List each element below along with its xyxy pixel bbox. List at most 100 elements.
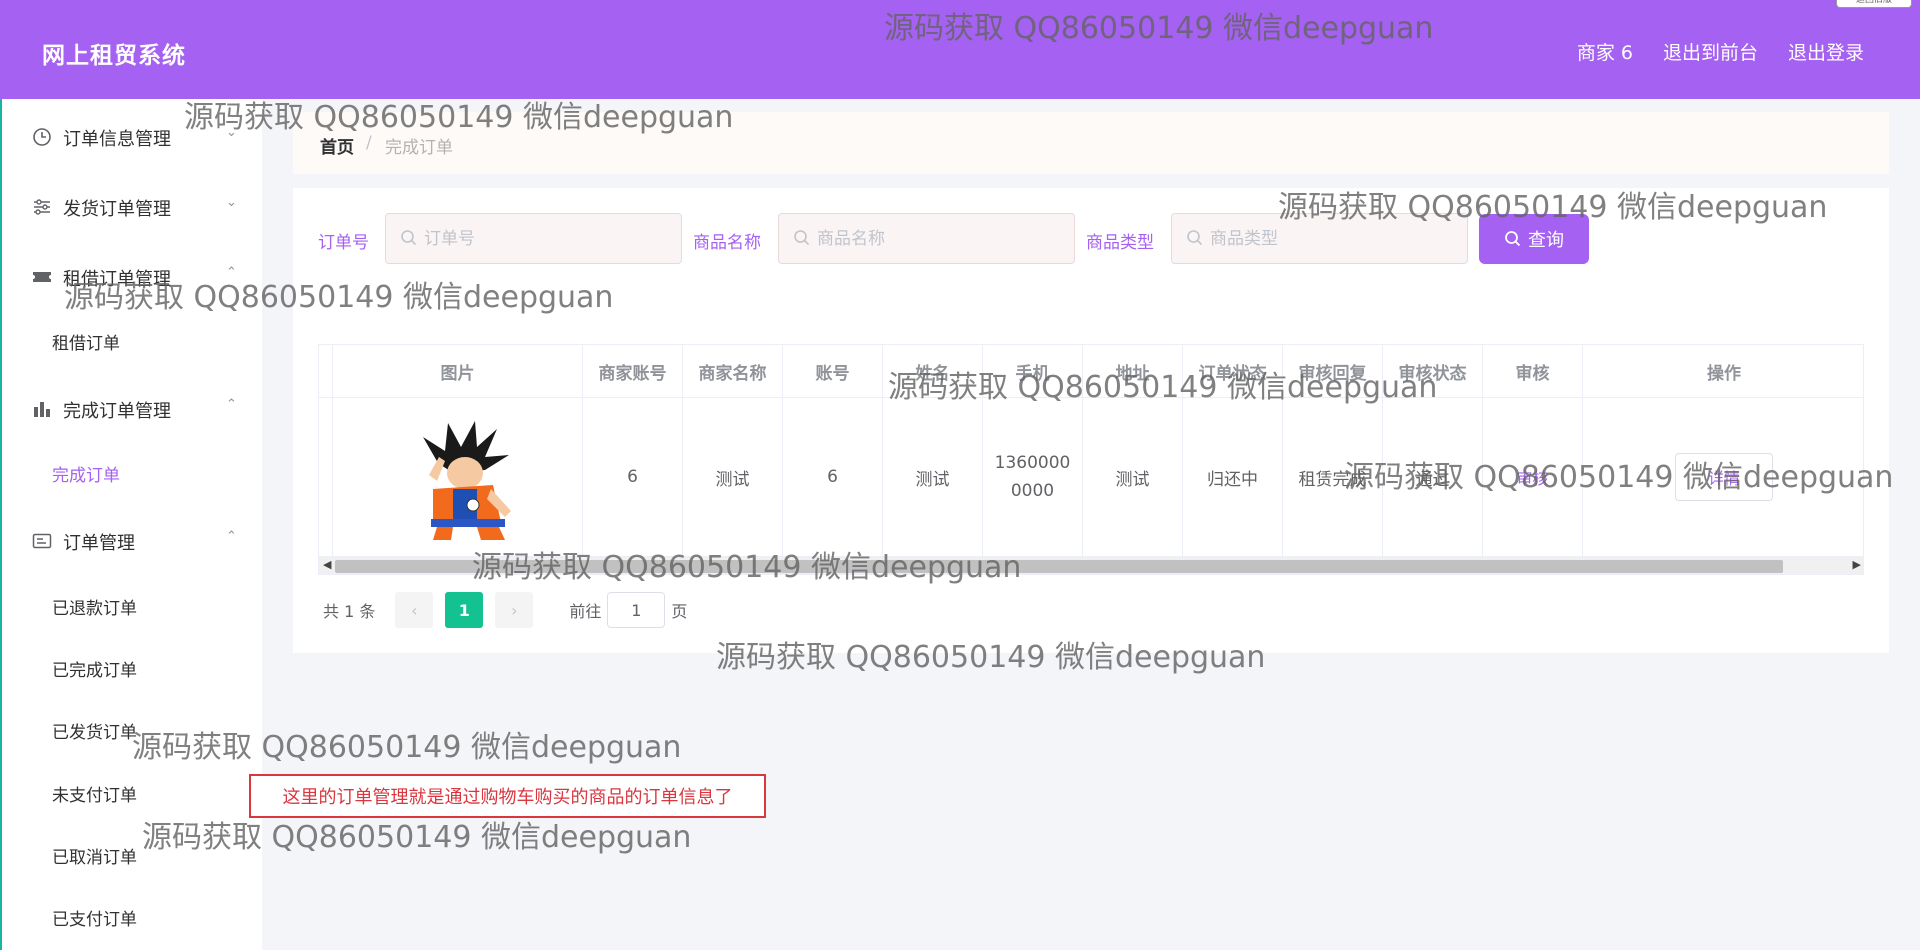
chevron-up-icon: ⌃ [226,397,237,412]
app-title: 网上租贸系统 [42,43,186,69]
sidebar-group-shipping[interactable]: 发货订单管理 ⌄ [2,183,264,227]
bar-chart-icon [34,402,50,417]
horizontal-scrollbar[interactable]: ◀ ▶ [319,556,1863,574]
sidebar-item-cancelled[interactable]: 已取消订单 [52,843,137,868]
pagination: 共 1 条 ‹ 1 › 前往 页 [323,592,687,628]
product-image-cell [333,398,583,556]
column-header: 操作 [1707,363,1741,384]
sidebar-item-shipped[interactable]: 已发货订单 [52,718,137,743]
table-header: 图片 商家账号 商家名称 账号 姓名 手机 地址 订单状态 审核回复 审核状态 … [319,345,1863,398]
search-icon [794,230,810,246]
audit-cell: 审核 [1483,398,1583,556]
column-header: 订单状态 [1183,345,1283,397]
top-header: 网上租贸系统 商家 6 退出到前台 退出登录 返回旧版 [0,0,1920,99]
row-spacer [319,398,333,556]
top-nav: 商家 6 退出到前台 退出登录 [1577,38,1864,65]
table-row: 6 测试 6 测试 1360000 0000 测试 归还中 租赁完成 通过 审核… [319,398,1863,556]
orders-table: 图片 商家账号 商家名称 账号 姓名 手机 地址 订单状态 审核回复 审核状态 … [318,344,1864,575]
account-cell: 6 [783,398,883,556]
sidebar-group-label: 订单信息管理 [63,129,171,150]
query-button-label: 查询 [1528,230,1564,251]
column-header: 商家账号 [583,345,683,397]
address-cell: 测试 [1083,398,1183,556]
product-name-label: 商品名称 [693,233,761,253]
product-type-input[interactable] [1210,227,1450,251]
logout-link[interactable]: 退出登录 [1788,38,1864,65]
column-header: 审核 [1483,345,1583,397]
order-no-field[interactable] [385,213,682,264]
sidebar-group-label: 完成订单管理 [63,401,171,422]
sidebar-group-label: 订单管理 [63,533,135,554]
sidebar-item-finished[interactable]: 已完成订单 [52,656,137,681]
chevron-up-icon: ⌃ [226,529,237,544]
sidebar-group-orders[interactable]: 订单管理 ⌃ [2,517,264,561]
total-count: 共 1 条 [323,602,376,621]
order-no-input[interactable] [424,227,664,251]
sidebar-item-refunded[interactable]: 已退款订单 [52,594,137,619]
sidebar-item-completed-orders[interactable]: 完成订单 [52,461,120,486]
order-no-label: 订单号 [318,233,369,253]
search-icon [1505,231,1521,247]
product-type-label: 商品类型 [1086,233,1154,253]
ticket-icon [33,272,51,282]
scroll-right-icon[interactable]: ▶ [1853,558,1861,571]
breadcrumb: 首页 / 完成订单 [293,112,1889,174]
sidebar-group-label: 租借订单管理 [63,269,171,290]
sidebar-group-order-info[interactable]: 订单信息管理 ⌄ [2,113,264,157]
clock-icon [33,128,51,146]
annotation-note: 这里的订单管理就是通过购物车购买的商品的订单信息了 [249,774,766,818]
chevron-down-icon: ⌄ [226,195,237,210]
column-header: 审核状态 [1383,345,1483,397]
order-status-cell: 归还中 [1183,398,1283,556]
sidebar: 订单信息管理 ⌄ 发货订单管理 ⌄ 租借订单管理 ⌃ 租借订单 完成订单管理 ⌃… [0,99,262,950]
corner-button[interactable]: 返回旧版 [1836,0,1912,8]
column-header: 地址 [1083,345,1183,397]
goto-page-input[interactable] [607,592,666,628]
search-icon [1187,230,1203,246]
search-icon [401,230,417,246]
phone-cell: 1360000 0000 [983,398,1083,556]
chevron-down-icon: ⌄ [226,125,237,140]
sliders-icon [34,199,50,215]
merchant-account-cell: 6 [583,398,683,556]
merchant-account-link[interactable]: 商家 6 [1577,38,1633,65]
breadcrumb-current: 完成订单 [385,138,453,158]
page-suffix: 页 [671,602,688,621]
column-header: 姓名 [883,345,983,397]
product-name-field[interactable] [778,213,1075,264]
sidebar-group-label: 发货订单管理 [63,199,171,220]
column-header: 手机 [983,345,1083,397]
audit-reply-cell: 租赁完成 [1283,398,1383,556]
goku-image [422,420,511,540]
page-button[interactable]: 1 [445,592,484,628]
column-header: 图片 [333,345,583,397]
prev-page-button[interactable]: ‹ [395,592,434,628]
audit-link[interactable]: 审核 [1516,465,1548,489]
query-button[interactable]: 查询 [1479,214,1589,264]
header-spacer [319,345,333,397]
detail-button[interactable]: 详情 [1675,453,1773,501]
product-name-input[interactable] [817,227,1057,251]
back-to-frontend-link[interactable]: 退出到前台 [1663,38,1758,65]
name-cell: 测试 [883,398,983,556]
merchant-name-cell: 测试 [683,398,783,556]
audit-status-cell: 通过 [1383,398,1483,556]
goto-label: 前往 [569,602,602,621]
scroll-left-icon[interactable]: ◀ [323,558,331,571]
sidebar-item-paid[interactable]: 已支付订单 [52,905,137,930]
id-card-icon [32,533,52,549]
main-panel: 订单号 商品名称 商品类型 查询 图片 商家账号 商家名称 账号 姓名 手机 地… [293,188,1889,653]
sidebar-group-rental[interactable]: 租借订单管理 ⌃ [2,253,264,297]
scrollbar-thumb[interactable] [335,560,1783,573]
sidebar-item-rental-orders[interactable]: 租借订单 [52,329,120,354]
product-type-field[interactable] [1171,213,1468,264]
column-header: 商家名称 [683,345,783,397]
action-cell: 详情 [1583,398,1863,556]
next-page-button[interactable]: › [495,592,534,628]
column-header: 审核回复 [1283,345,1383,397]
breadcrumb-home[interactable]: 首页 [320,133,354,158]
sidebar-group-completed[interactable]: 完成订单管理 ⌃ [2,385,264,429]
sidebar-item-unpaid[interactable]: 未支付订单 [52,781,137,806]
breadcrumb-separator: / [366,133,372,153]
chevron-up-icon: ⌃ [226,265,237,280]
